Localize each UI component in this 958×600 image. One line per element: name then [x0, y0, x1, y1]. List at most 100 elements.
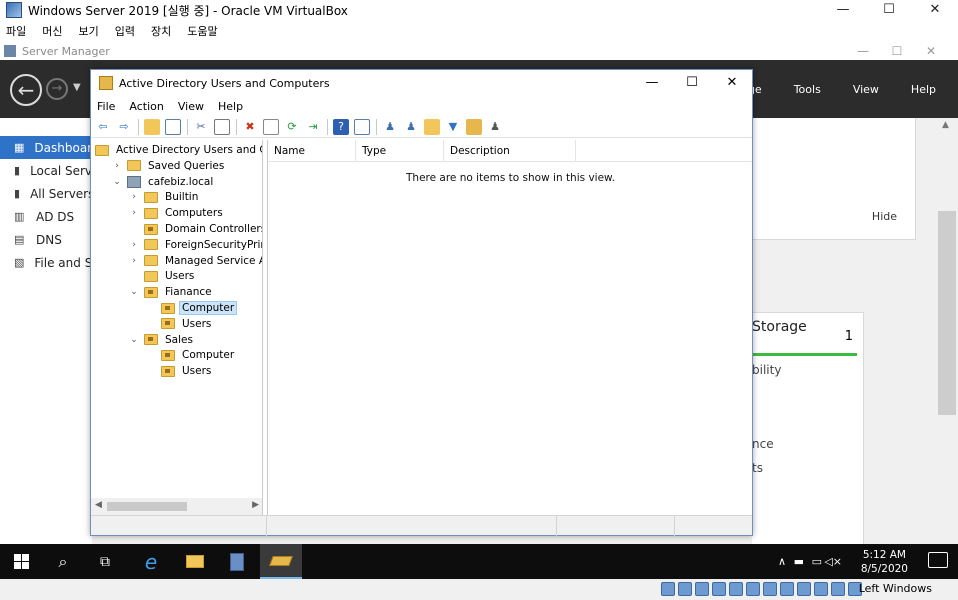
- tree-node[interactable]: ⌄ Sales: [129, 332, 195, 348]
- scroll-thumb[interactable]: [938, 211, 956, 415]
- new-group-icon[interactable]: ♟: [403, 119, 419, 135]
- aduc-minimize-button[interactable]: —: [632, 70, 672, 96]
- storage-tile-line[interactable]: ts: [752, 461, 763, 475]
- cpu-icon[interactable]: [814, 582, 828, 596]
- virtualization-icon[interactable]: [797, 582, 811, 596]
- vbox-maximize-button[interactable]: ☐: [866, 0, 912, 20]
- chevron-right-icon[interactable]: ›: [129, 192, 139, 202]
- up-folder-icon[interactable]: [144, 118, 160, 135]
- tree-node[interactable]: › Computers: [129, 205, 225, 221]
- sidebar-item-all-servers[interactable]: ▮ All Servers: [0, 182, 92, 205]
- chevron-down-icon[interactable]: ▼: [73, 82, 81, 93]
- task-view-icon[interactable]: ⧉: [84, 544, 126, 579]
- vbox-menu-view[interactable]: 보기: [79, 23, 99, 39]
- show-hidden-icons-icon[interactable]: ∧: [778, 544, 786, 579]
- chevron-down-icon[interactable]: ⌄: [112, 177, 122, 187]
- sidebar-item-ad-ds[interactable]: ▥ AD DS: [0, 205, 92, 228]
- back-arrow-icon[interactable]: ←: [10, 74, 42, 106]
- sm-menu-tools[interactable]: Tools: [794, 83, 821, 96]
- vbox-menu-input[interactable]: 입력: [115, 23, 135, 39]
- storage-tile-line[interactable]: bility: [752, 363, 781, 377]
- tree-node[interactable]: › Builtin: [129, 189, 200, 205]
- delete-icon[interactable]: ✖: [242, 119, 258, 135]
- sidebar-item-dns[interactable]: ▤ DNS: [0, 228, 92, 251]
- hide-link[interactable]: Hide: [872, 210, 897, 223]
- aduc-menu-view[interactable]: View: [178, 100, 204, 113]
- tree-node[interactable]: Users: [146, 363, 213, 379]
- chevron-down-icon[interactable]: ⌄: [129, 335, 139, 345]
- internet-explorer-icon[interactable]: e: [130, 544, 172, 579]
- back-icon[interactable]: ⇦: [95, 119, 111, 135]
- hard-disk-icon[interactable]: [661, 582, 675, 596]
- aduc-taskbar-icon[interactable]: [260, 544, 302, 579]
- tree-node[interactable]: ⌄ cafebiz.local: [112, 174, 215, 190]
- tree-node[interactable]: Users: [146, 316, 213, 332]
- mouse-integration-icon[interactable]: [831, 582, 845, 596]
- properties-icon[interactable]: [263, 118, 279, 135]
- chevron-right-icon[interactable]: ›: [112, 161, 122, 171]
- forward-arrow-icon[interactable]: →: [46, 78, 68, 100]
- filter-icon[interactable]: ▼: [445, 119, 461, 135]
- cut-icon[interactable]: ✂: [193, 119, 209, 135]
- aduc-maximize-button[interactable]: ☐: [672, 70, 712, 96]
- tree-node[interactable]: Active Directory Users and Com: [95, 142, 262, 158]
- scroll-up-icon[interactable]: ▲: [942, 120, 949, 130]
- start-button[interactable]: [0, 544, 42, 579]
- chevron-down-icon[interactable]: ⌄: [129, 287, 139, 297]
- tree-node[interactable]: › ForeignSecurityPrincipals: [129, 237, 262, 253]
- vbox-close-button[interactable]: ✕: [912, 0, 958, 20]
- storage-tile-line[interactable]: nce: [752, 437, 774, 451]
- tree-node[interactable]: Computer: [146, 347, 236, 363]
- usb-icon[interactable]: [729, 582, 743, 596]
- storage-tile[interactable]: Storage 1 bility nce ts: [752, 312, 864, 574]
- tree-node[interactable]: › Saved Queries: [112, 158, 226, 174]
- volume-muted-icon[interactable]: ◁×: [824, 544, 842, 579]
- refresh-icon[interactable]: ⟳: [284, 119, 300, 135]
- export-list-icon[interactable]: ⇥: [305, 119, 321, 135]
- server-manager-scrollbar[interactable]: ▲ ▼: [936, 118, 958, 579]
- forward-icon[interactable]: ⇨: [116, 119, 132, 135]
- column-header-description[interactable]: Description: [444, 140, 576, 162]
- tree-node[interactable]: › Managed Service Accour: [129, 253, 262, 269]
- help-icon[interactable]: ?: [333, 118, 349, 135]
- file-explorer-icon[interactable]: [174, 544, 216, 579]
- network-icon[interactable]: ▭: [812, 544, 822, 579]
- sm-menu-view[interactable]: View: [853, 83, 879, 96]
- sm-restore-button[interactable]: ☐: [880, 42, 914, 60]
- vbox-minimize-button[interactable]: —: [820, 0, 866, 20]
- taskbar-clock[interactable]: 5:12 AM 8/5/2020: [861, 548, 908, 576]
- add-to-group-icon[interactable]: ♟: [487, 119, 503, 135]
- aduc-menu-action[interactable]: Action: [129, 100, 163, 113]
- sm-menu-help[interactable]: Help: [911, 83, 936, 96]
- show-console-tree-icon[interactable]: [165, 118, 181, 135]
- sm-minimize-button[interactable]: —: [846, 42, 880, 60]
- search-icon[interactable]: ⌕: [42, 544, 84, 579]
- tree-node[interactable]: ⌄ Fianance: [129, 284, 214, 300]
- show-action-pane-icon[interactable]: [354, 118, 370, 135]
- tree-node[interactable]: Computer: [146, 300, 238, 316]
- aduc-menu-help[interactable]: Help: [218, 100, 243, 113]
- column-header-type[interactable]: Type: [356, 140, 444, 162]
- vbox-menu-machine[interactable]: 머신: [42, 23, 62, 39]
- display-icon[interactable]: [763, 582, 777, 596]
- aduc-close-button[interactable]: ✕: [712, 70, 752, 96]
- copy-icon[interactable]: [214, 118, 230, 135]
- chevron-right-icon[interactable]: ›: [129, 256, 139, 266]
- sidebar-item-file-storage[interactable]: ▧ File and Storage Services: [0, 251, 92, 274]
- tree-node[interactable]: Domain Controllers: [129, 221, 262, 237]
- vbox-menu-help[interactable]: 도움말: [187, 23, 217, 39]
- tree-horizontal-scrollbar[interactable]: ◀ ▶: [91, 498, 262, 515]
- scroll-right-icon[interactable]: ▶: [252, 500, 259, 510]
- video-capture-icon[interactable]: [780, 582, 794, 596]
- vbox-menu-devices[interactable]: 장치: [151, 23, 171, 39]
- tree-node[interactable]: Users: [129, 268, 196, 284]
- sidebar-item-local-server[interactable]: ▮ Local Server: [0, 159, 92, 182]
- sm-close-button[interactable]: ✕: [914, 42, 948, 60]
- new-ou-icon[interactable]: [424, 118, 440, 135]
- audio-icon[interactable]: [695, 582, 709, 596]
- scroll-thumb[interactable]: [107, 502, 187, 511]
- vbox-menu-file[interactable]: 파일: [6, 23, 26, 39]
- power-icon[interactable]: ▬: [794, 544, 804, 579]
- aduc-menu-file[interactable]: File: [97, 100, 115, 113]
- network-adapter-icon[interactable]: [712, 582, 726, 596]
